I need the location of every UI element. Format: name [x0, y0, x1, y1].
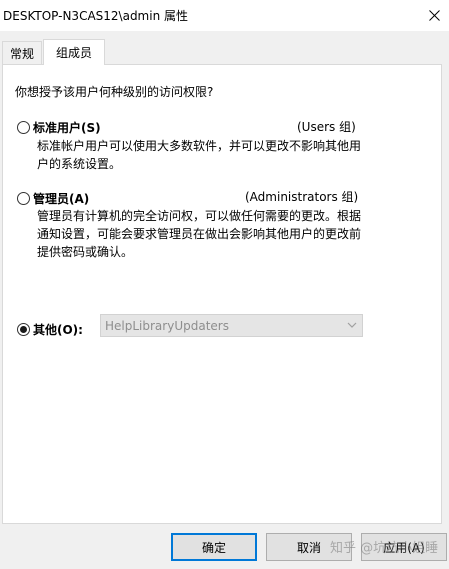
tab-general[interactable]: 常规 [2, 41, 42, 64]
title-bar: DESKTOP-N3CAS12\admin 属性 [0, 0, 449, 31]
tab-panel: 你想授予该用户何种级别的访问权限? 标准用户(S) (Users 组) 标准帐户… [2, 64, 442, 524]
ok-button[interactable]: 确定 [171, 533, 257, 561]
tab-strip: 常规 组成员 [0, 31, 449, 65]
radio-other[interactable]: 其他(O): [17, 321, 83, 338]
radio-standard-user-circle[interactable] [17, 121, 30, 134]
administrators-group-label: (Administrators 组) [245, 190, 359, 204]
users-group-label: (Users 组) [297, 120, 356, 134]
radio-standard-user[interactable]: 标准用户(S) [17, 119, 101, 136]
administrator-label: 管理员(A) [33, 192, 90, 206]
tab-member-of[interactable]: 组成员 [43, 39, 105, 65]
administrator-description: 管理员有计算机的完全访问权，可以做任何需要的更改。根据通知设置，可能会要求管理员… [37, 209, 362, 259]
access-level-prompt: 你想授予该用户何种级别的访问权限? [15, 85, 214, 99]
window-title: DESKTOP-N3CAS12\admin 属性 [3, 9, 188, 23]
apply-button[interactable]: 应用(A) [361, 533, 447, 561]
other-label: 其他(O): [33, 323, 83, 337]
other-group-value: HelpLibraryUpdaters [105, 318, 229, 333]
close-icon [428, 10, 440, 21]
radio-other-circle[interactable] [17, 323, 30, 336]
radio-administrator-circle[interactable] [17, 192, 30, 205]
chevron-down-icon [347, 322, 357, 328]
standard-user-label: 标准用户(S) [33, 121, 101, 135]
radio-administrator[interactable]: 管理员(A) [17, 190, 89, 207]
standard-user-description: 标准帐户用户可以使用大多数软件，并可以更改不影响其他用户的系统设置。 [37, 139, 362, 171]
cancel-button[interactable]: 取消 [266, 533, 352, 561]
properties-dialog: DESKTOP-N3CAS12\admin 属性 常规 组成员 你想授予该用户何… [0, 0, 449, 569]
other-group-select[interactable]: HelpLibraryUpdaters [100, 314, 363, 337]
close-button[interactable] [419, 0, 449, 31]
